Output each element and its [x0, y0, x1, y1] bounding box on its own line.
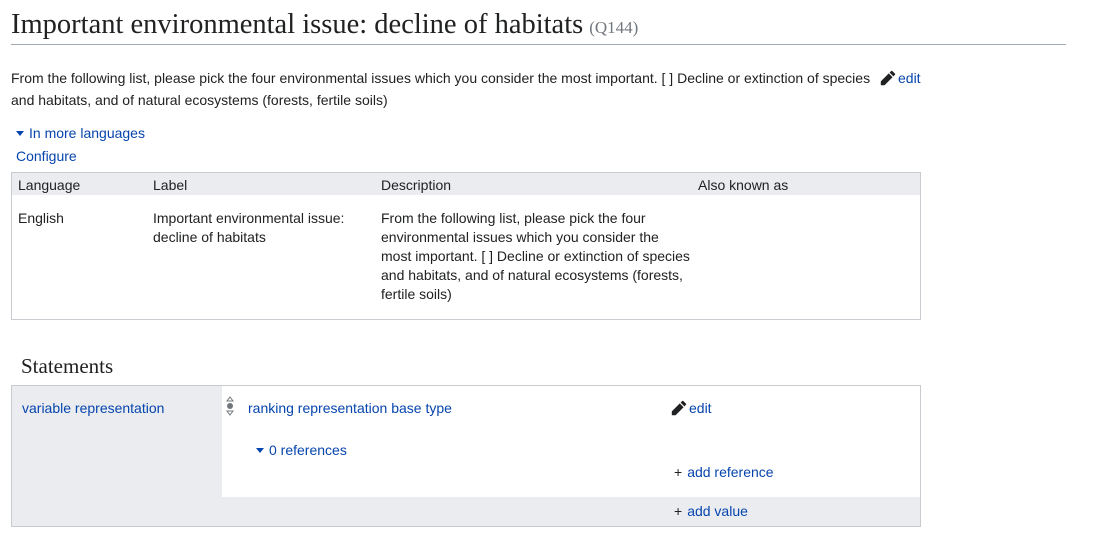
description-edit-link[interactable]: edit [880, 67, 921, 89]
pencil-icon [671, 400, 687, 416]
page-title-text: Important environmental issue: decline o… [11, 9, 584, 40]
property-link[interactable]: variable representation [22, 400, 164, 416]
column-header-label: Label [153, 177, 188, 193]
statement-edit-label[interactable]: edit [689, 400, 712, 416]
add-reference-label[interactable]: add reference [687, 464, 773, 480]
references-toggle[interactable]: 0 references [256, 442, 347, 458]
statement-group: variable representation ranking represen… [11, 385, 921, 527]
languages-table: Language Label Description Also known as… [11, 172, 921, 320]
plus-icon: + [674, 464, 683, 480]
caret-down-icon [16, 130, 24, 136]
caret-down-icon [256, 447, 264, 453]
description-edit-label[interactable]: edit [898, 67, 921, 89]
statements-heading: Statements [21, 354, 114, 378]
languages-table-header: Language Label Description Also known as [12, 173, 920, 195]
more-languages-label[interactable]: In more languages [29, 125, 145, 141]
column-header-description: Description [381, 177, 452, 193]
more-languages-toggle[interactable]: In more languages [16, 125, 145, 141]
page-title: Important environmental issue: decline o… [11, 9, 638, 41]
statement-value-link[interactable]: ranking representation base type [248, 400, 452, 416]
statement-value-area: ranking representation base type edit 0 … [222, 386, 920, 497]
column-header-aliases: Also known as [698, 177, 789, 193]
column-header-language: Language [18, 177, 81, 193]
row-label: Important environmental issue: decline o… [153, 210, 345, 245]
configure-link[interactable]: Configure [16, 148, 77, 164]
statement-edit-link[interactable]: edit [671, 400, 712, 416]
entity-id: (Q144) [589, 18, 639, 37]
references-label[interactable]: 0 references [269, 442, 347, 458]
add-value-label[interactable]: add value [687, 503, 748, 519]
plus-icon: + [674, 503, 683, 519]
row-language: English [18, 210, 64, 226]
row-description: From the following list, please pick the… [381, 210, 690, 302]
add-reference-button[interactable]: + add reference [674, 464, 774, 480]
add-value-button[interactable]: + add value [674, 503, 748, 519]
rank-selector-icon[interactable] [226, 396, 234, 416]
entity-description: From the following list, please pick the… [11, 70, 871, 108]
title-row: Important environmental issue: decline o… [11, 4, 1066, 45]
pencil-icon [880, 70, 896, 86]
